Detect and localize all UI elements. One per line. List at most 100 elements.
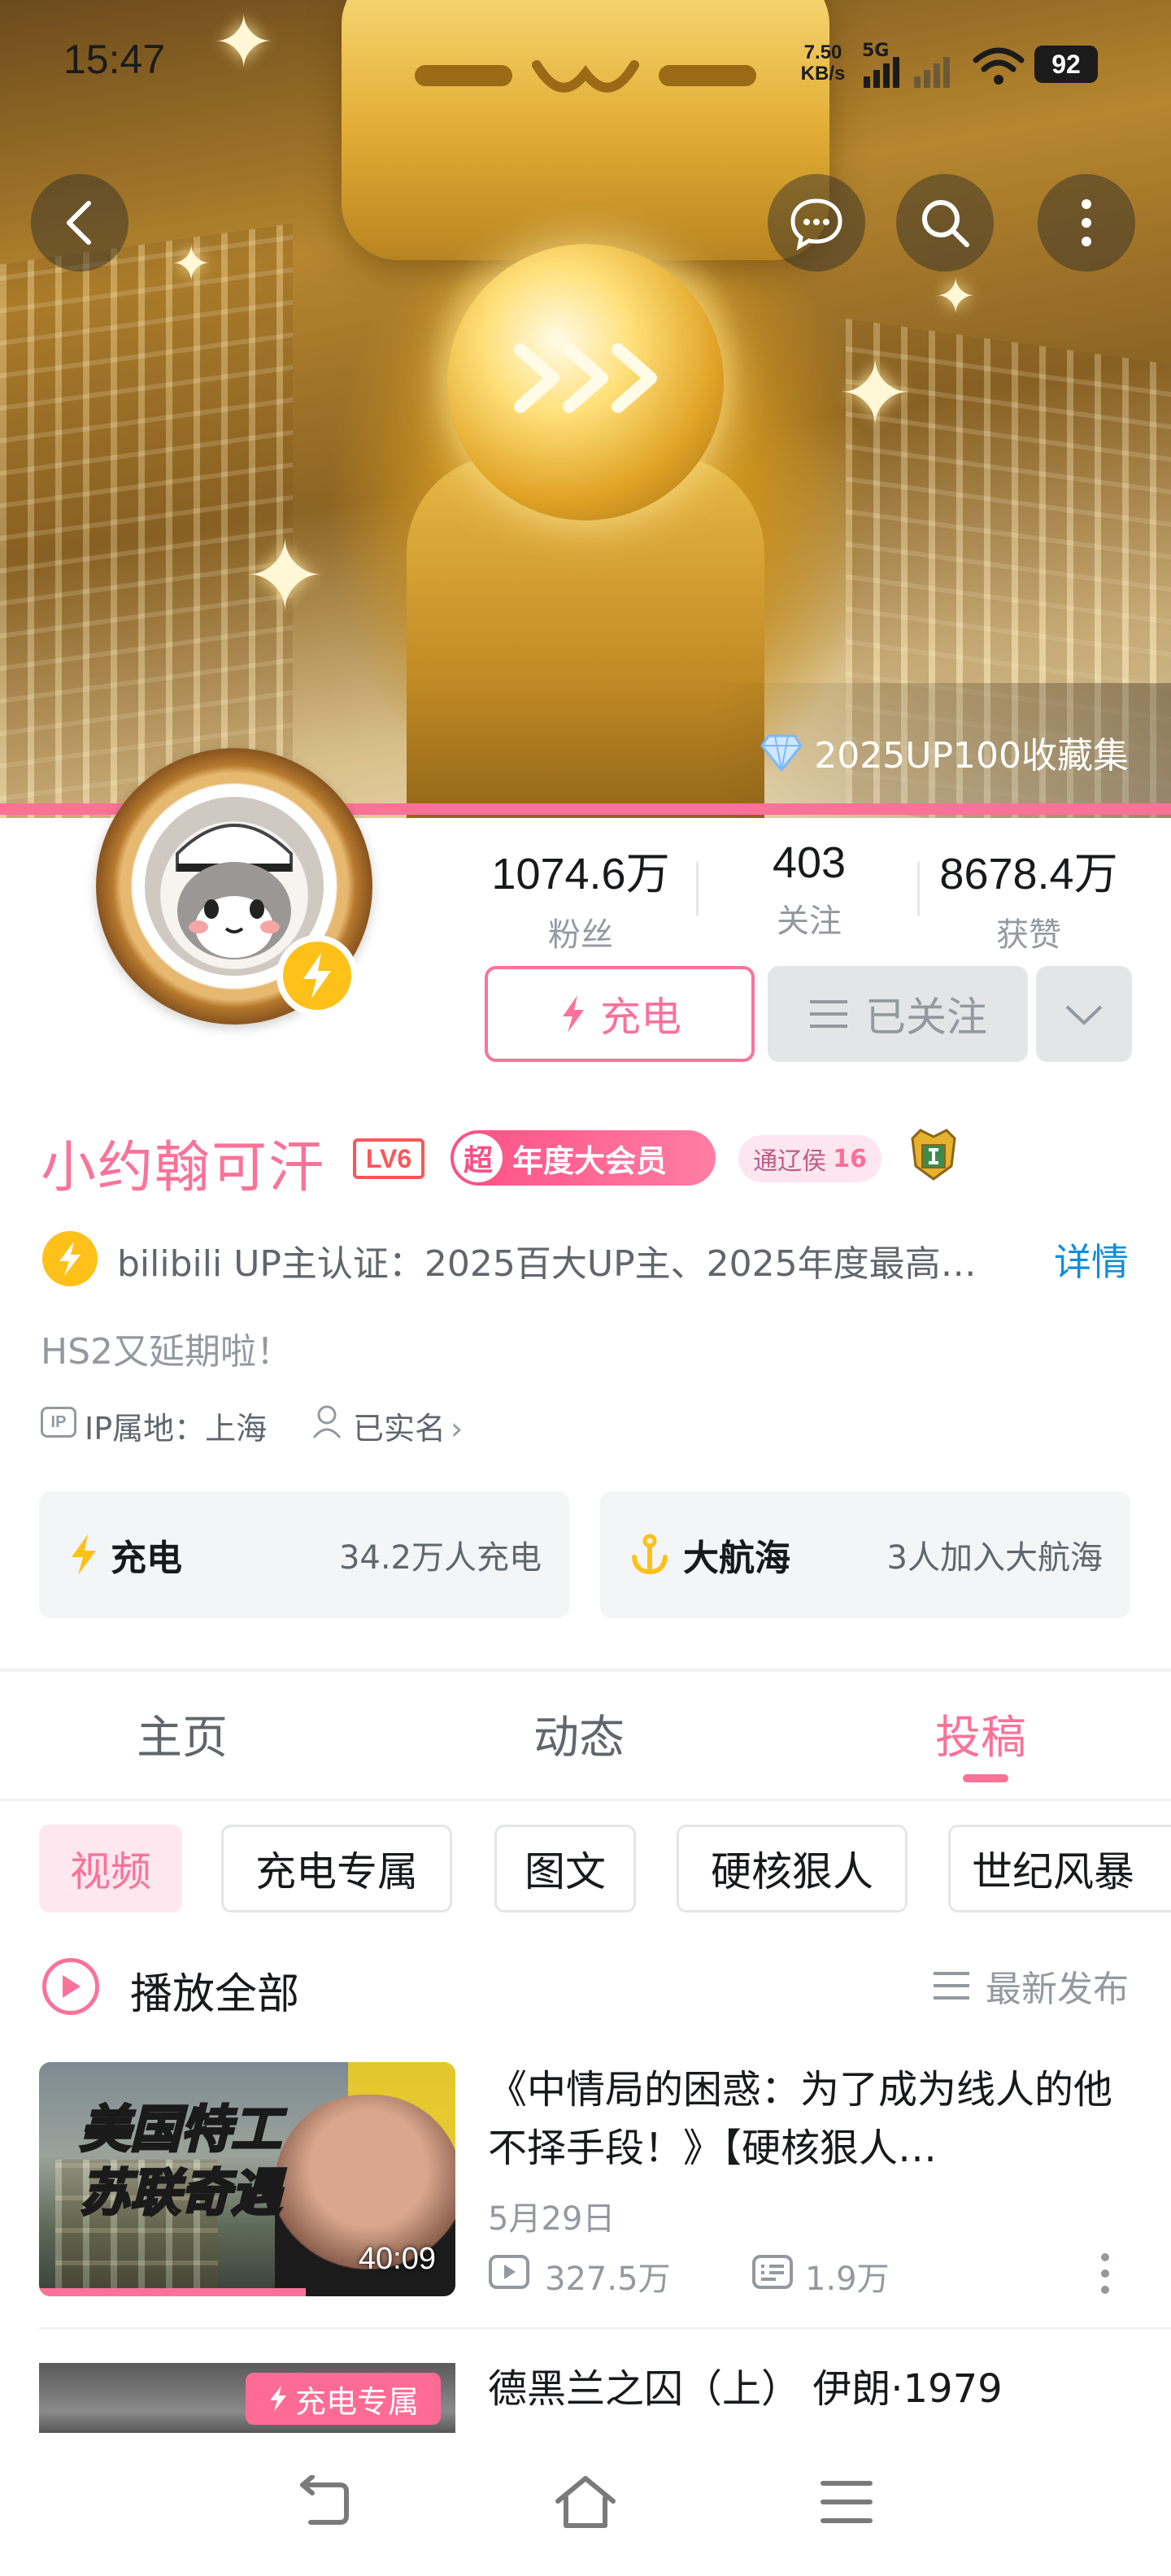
play-all-button[interactable]: 播放全部	[130, 1960, 299, 2021]
filter-video[interactable]: 视频	[39, 1825, 182, 1912]
video-thumbnail[interactable]: 充电专属	[39, 2363, 455, 2444]
thumb-caption-line1: 美国特工	[78, 2099, 282, 2160]
home-nav-icon[interactable]	[553, 2475, 618, 2529]
filter-century-storm[interactable]: 世纪风暴	[948, 1825, 1171, 1912]
lightning-icon	[563, 995, 584, 1033]
charge-button-label: 充电	[600, 994, 681, 1041]
vip-chao-icon: 超	[454, 1134, 503, 1182]
video-title[interactable]: 德黑兰之囚（上） 伊朗·1979	[488, 2356, 1003, 2413]
filter-image-text[interactable]: 图文	[494, 1825, 636, 1912]
profile-banner[interactable]: ✦ ✦ ✦ ✦ ✦ 15:47 7.50 KB/s 5G 92 2025UP10…	[0, 0, 1171, 818]
realname-icon	[312, 1405, 342, 1438]
crest-icon[interactable]	[904, 1125, 963, 1184]
stat-label: 粉丝	[548, 916, 613, 954]
followed-button-label: 已关注	[865, 994, 987, 1041]
ip-location: IP属地：上海	[85, 1411, 268, 1447]
realname-label: 已实名	[353, 1411, 446, 1447]
voyage-card-title: 大航海	[683, 1538, 790, 1579]
more-options-button[interactable]	[1038, 174, 1135, 272]
net-speed-value: 7.50	[803, 41, 842, 63]
vip-label: 年度大会员	[512, 1142, 668, 1179]
chevron-down-icon	[1065, 1005, 1103, 1025]
search-icon	[922, 200, 969, 247]
stat-label: 关注	[777, 903, 842, 940]
back-button[interactable]	[31, 174, 128, 272]
diamond-icon	[760, 734, 803, 772]
fan-medal[interactable]: 通辽侯 16	[738, 1135, 882, 1182]
video-thumbnail[interactable]: 美国特工 苏联奇遇 40:09	[39, 2062, 455, 2296]
anchor-icon	[632, 1534, 668, 1575]
level-badge: LV6	[353, 1138, 424, 1179]
stat-value: 1074.6万	[491, 850, 670, 899]
stat-value: 8678.4万	[939, 850, 1118, 899]
message-button[interactable]	[768, 174, 865, 272]
charge-button[interactable]: 充电	[485, 966, 755, 1062]
charge-card[interactable]: 充电 34.2万人充电	[39, 1491, 569, 1618]
search-button[interactable]	[896, 174, 994, 272]
system-nav-bar	[0, 2433, 1171, 2576]
tab-active-indicator	[963, 1774, 1008, 1782]
charge-card-count: 34.2万人充电	[338, 1539, 542, 1577]
followed-button[interactable]: 已关注	[768, 966, 1028, 1062]
back-icon	[67, 201, 91, 245]
sort-selector[interactable]: 最新发布	[932, 1960, 1129, 2012]
play-all-icon[interactable]	[42, 1958, 99, 2015]
net-speed-unit: KB/s	[800, 63, 846, 85]
danmaku-icon	[752, 2255, 793, 2289]
certification-icon	[42, 1231, 98, 1286]
certification-details-link[interactable]: 详情	[1054, 1233, 1129, 1286]
medal-name: 通辽侯	[753, 1147, 827, 1176]
collection-label: 2025UP100收藏集	[814, 735, 1129, 777]
realname-verified-link[interactable]: 已实名 ›	[353, 1403, 463, 1448]
user-signature: HS2又延期啦！	[41, 1331, 293, 1373]
sparkle-icon: ✦	[838, 342, 913, 446]
sparkle-icon: ✦	[244, 520, 326, 633]
orb-logo-icon	[514, 343, 657, 413]
stat-label: 获赞	[996, 916, 1061, 954]
stat-following[interactable]: 403 关注	[716, 838, 903, 942]
lightning-icon	[269, 2386, 286, 2412]
certification-text: bilibili UP主认证：2025百大UP主、2025年度最高…	[117, 1243, 977, 1285]
list-icon	[934, 1972, 969, 1999]
follow-dropdown-button[interactable]	[1036, 966, 1132, 1062]
sparkle-icon: ✦	[171, 236, 212, 293]
stat-likes[interactable]: 8678.4万 获赞	[927, 838, 1130, 955]
hamster-illustration	[176, 824, 293, 959]
battery-indicator: 92	[1034, 46, 1098, 83]
chat-bubble-icon	[790, 198, 842, 250]
stat-value: 403	[772, 838, 847, 887]
tab-posts[interactable]: 投稿	[935, 1701, 1026, 1767]
status-bar: 15:47 7.50 KB/s 5G 92	[0, 0, 1171, 122]
list-divider	[39, 2327, 1171, 2330]
net-speed: 7.50 KB/s	[799, 42, 847, 85]
vip-badge[interactable]: 超 年度大会员	[451, 1130, 716, 1186]
filter-hardcore[interactable]: 硬核狠人	[677, 1825, 908, 1912]
voyage-card[interactable]: 大航海 3人加入大航海	[600, 1491, 1130, 1618]
up100-collection-link[interactable]: 2025UP100收藏集	[712, 683, 1171, 818]
video-date: 5月29日	[488, 2200, 616, 2238]
video-more-icon[interactable]	[1093, 2249, 1117, 2298]
stat-divider	[917, 862, 920, 916]
status-time: 15:47	[63, 37, 166, 82]
play-icon	[63, 1975, 81, 1998]
tabs-divider	[0, 1799, 1171, 1801]
charge-card-title: 充电	[111, 1538, 182, 1579]
ip-icon: IP	[41, 1407, 76, 1438]
tab-home[interactable]: 主页	[137, 1701, 228, 1767]
section-divider	[0, 1669, 1171, 1672]
video-title[interactable]: 《中情局的困惑：为了成为线人的他不择手段！》【硬核狠人…	[488, 2060, 1130, 2178]
stat-fans[interactable]: 1074.6万 粉丝	[485, 838, 677, 955]
chevron-right-icon: ›	[451, 1411, 464, 1447]
signal-icon	[864, 57, 950, 88]
user-name: 小约翰可汗	[41, 1136, 326, 1200]
video-duration: 40:09	[358, 2242, 436, 2276]
menu-nav-icon[interactable]	[818, 2475, 875, 2529]
voyage-card-count: 3人加入大航海	[886, 1539, 1103, 1577]
kebab-menu-icon	[1082, 199, 1091, 246]
filter-charge-exclusive[interactable]: 充电专属	[221, 1825, 452, 1912]
tab-dynamics[interactable]: 动态	[533, 1701, 625, 1767]
video-views: 327.5万	[545, 2261, 671, 2298]
back-nav-icon[interactable]	[294, 2475, 351, 2529]
lightning-icon	[72, 1534, 96, 1575]
watch-progress-bar	[39, 2288, 306, 2296]
